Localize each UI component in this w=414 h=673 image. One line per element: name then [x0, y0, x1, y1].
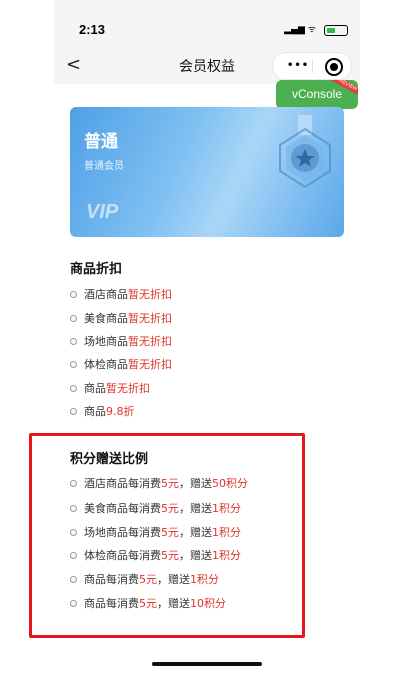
status-bar: 2:13 ▂▄▆ ᯤ: [54, 0, 360, 42]
discount-section-title: 商品折扣: [70, 262, 123, 277]
capsule-divider: [312, 59, 313, 73]
status-time: 2:13: [79, 22, 106, 37]
vip-watermark: VIP: [86, 201, 119, 223]
mini-program-capsule: •••: [272, 52, 352, 80]
bullet-icon: [70, 407, 77, 415]
discount-item: 场地商品暂无折扣: [70, 333, 172, 349]
bullet-icon: [70, 337, 77, 345]
discount-item: 酒店商品暂无折扣: [70, 286, 172, 302]
close-target-icon[interactable]: [325, 58, 343, 76]
more-icon[interactable]: •••: [287, 60, 309, 71]
vconsole-label: vConsole: [291, 87, 343, 101]
discount-item: 美食商品暂无折扣: [70, 310, 172, 326]
battery-icon: [324, 25, 348, 36]
nav-bar: < 会员权益 •••: [54, 42, 360, 84]
membership-card: 普通 普通会员 VIP: [70, 107, 344, 237]
home-indicator[interactable]: [152, 662, 262, 666]
medal-icon: [279, 115, 331, 189]
vconsole-button[interactable]: vConsole REVIEW: [276, 80, 358, 109]
member-level: 普通: [84, 132, 118, 152]
bullet-icon: [70, 384, 77, 392]
highlight-box: [29, 433, 305, 638]
bullet-icon: [70, 360, 77, 368]
signal-wifi-icon: ▂▄▆ ᯤ: [284, 25, 316, 35]
discount-item: 商品9.8折: [70, 403, 135, 419]
bullet-icon: [70, 290, 77, 298]
member-level-subtitle: 普通会员: [84, 161, 124, 172]
bullet-icon: [70, 314, 77, 322]
discount-item: 商品暂无折扣: [70, 380, 150, 396]
discount-item: 体检商品暂无折扣: [70, 356, 172, 372]
